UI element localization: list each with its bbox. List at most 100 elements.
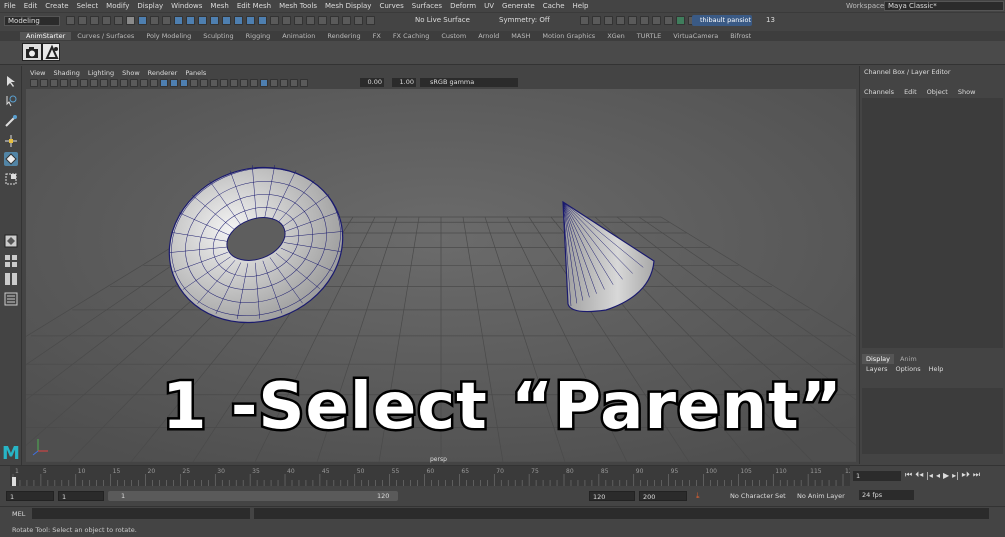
shelf-tab-sculpting[interactable]: Sculpting — [197, 32, 239, 40]
snap-point-icon[interactable] — [330, 16, 339, 25]
wireframe-icon[interactable] — [160, 79, 168, 87]
symmetry-dropdown[interactable]: Symmetry: Off — [499, 16, 550, 24]
anim-end-field[interactable]: 200 — [639, 491, 687, 501]
shelf-tab-rendering[interactable]: Rendering — [321, 32, 366, 40]
menu-set-dropdown[interactable]: Modeling — [4, 16, 60, 26]
scale-tool-icon[interactable] — [4, 172, 18, 186]
shelf-tab-curves-surfaces[interactable]: Curves / Surfaces — [71, 32, 140, 40]
select-tool-icon[interactable] — [4, 74, 18, 88]
viewport-menu-panels[interactable]: Panels — [181, 69, 210, 77]
playback-start-field[interactable]: 1 — [58, 491, 104, 501]
light-editor-icon[interactable] — [652, 16, 661, 25]
shelf-tab-fx[interactable]: FX — [367, 32, 387, 40]
layer-menu-options[interactable]: Options — [896, 365, 921, 373]
menu-file[interactable]: File — [0, 2, 20, 10]
grid-icon[interactable] — [90, 79, 98, 87]
xray-joints-icon[interactable] — [290, 79, 298, 87]
shelf-tab-custom[interactable]: Custom — [435, 32, 472, 40]
current-frame-marker[interactable] — [12, 477, 16, 486]
snap-view-icon[interactable] — [342, 16, 351, 25]
shelf-tab-rigging[interactable]: Rigging — [240, 32, 277, 40]
current-frame-field[interactable]: 1 — [853, 471, 901, 481]
depth-of-field-icon[interactable] — [250, 79, 258, 87]
playback-end-field[interactable]: 120 — [589, 491, 635, 501]
layer-tab-anim[interactable]: Anim — [896, 354, 921, 364]
render-current-icon[interactable] — [592, 16, 601, 25]
playback-button-2[interactable]: |◂ — [926, 471, 933, 480]
render-view-icon[interactable] — [580, 16, 589, 25]
new-scene-icon[interactable] — [66, 16, 75, 25]
menu-surfaces[interactable]: Surfaces — [408, 2, 446, 10]
fps-dropdown[interactable]: 24 fps — [859, 490, 914, 500]
exposure-icon[interactable] — [300, 79, 308, 87]
snap-surface-icon[interactable] — [354, 16, 363, 25]
image-plane-icon[interactable] — [60, 79, 68, 87]
menu-edit-mesh[interactable]: Edit Mesh — [233, 2, 275, 10]
shelf-tab-xgen[interactable]: XGen — [601, 32, 631, 40]
shelf-tab-arnold[interactable]: Arnold — [472, 32, 505, 40]
playback-button-4[interactable]: ▶ — [943, 471, 949, 480]
menu-deform[interactable]: Deform — [446, 2, 480, 10]
menu-windows[interactable]: Windows — [167, 2, 206, 10]
playback-button-3[interactable]: ◂ — [936, 471, 940, 480]
render-settings-icon[interactable] — [616, 16, 625, 25]
viewport-menu-shading[interactable]: Shading — [49, 69, 83, 77]
playback-button-0[interactable]: ⏮ — [905, 470, 912, 480]
motion-blur-icon[interactable] — [230, 79, 238, 87]
anim-layer-dropdown[interactable]: No Anim Layer — [797, 492, 845, 500]
menu-edit[interactable]: Edit — [20, 2, 42, 10]
ipr-render-icon[interactable] — [604, 16, 613, 25]
menu-mesh-tools[interactable]: Mesh Tools — [275, 2, 321, 10]
move-tool-icon[interactable] — [4, 134, 18, 148]
menu-create[interactable]: Create — [41, 2, 72, 10]
open-scene-icon[interactable] — [78, 16, 87, 25]
shelf-tab-motion-graphics[interactable]: Motion Graphics — [536, 32, 601, 40]
menu-generate[interactable]: Generate — [498, 2, 539, 10]
anti-aliasing-icon[interactable] — [240, 79, 248, 87]
handle-mask-icon[interactable] — [186, 16, 195, 25]
viewport-menu-view[interactable]: View — [26, 69, 49, 77]
grease-pencil-icon[interactable] — [80, 79, 88, 87]
range-slider[interactable] — [108, 491, 398, 501]
workspace-dropdown[interactable]: Maya Classic* — [884, 1, 1004, 11]
snap-grid-icon[interactable] — [306, 16, 315, 25]
menu-modify[interactable]: Modify — [102, 2, 133, 10]
select-hierarchy-icon[interactable] — [126, 16, 135, 25]
gamma-field[interactable]: 1.00 — [392, 78, 416, 87]
channel-box-content[interactable] — [862, 98, 1003, 348]
menu-display[interactable]: Display — [133, 2, 167, 10]
menu-mesh-display[interactable]: Mesh Display — [321, 2, 375, 10]
arnold-render-icon[interactable] — [664, 16, 673, 25]
shelf-camera-icon[interactable] — [22, 43, 42, 61]
lasso-tool-icon[interactable] — [4, 94, 18, 108]
outliner-layout-icon[interactable] — [4, 292, 18, 306]
anim-start-field[interactable]: 1 — [6, 491, 54, 501]
gate-mask-icon[interactable] — [120, 79, 128, 87]
script-language-toggle[interactable]: MEL — [12, 510, 25, 518]
single-perspective-layout-icon[interactable] — [4, 234, 18, 248]
shelf-animstarter-icon[interactable] — [42, 43, 60, 61]
xray-active-icon[interactable] — [280, 79, 288, 87]
shelf-tab-mash[interactable]: MASH — [505, 32, 536, 40]
shadows-icon[interactable] — [210, 79, 218, 87]
menu-curves[interactable]: Curves — [375, 2, 407, 10]
view-transform-dropdown[interactable]: sRGB gamma — [420, 78, 518, 87]
channel-menu-edit[interactable]: Edit — [904, 88, 917, 96]
playback-button-5[interactable]: ▸| — [952, 471, 959, 480]
layer-menu-help[interactable]: Help — [929, 365, 944, 373]
surface-mask-icon[interactable] — [222, 16, 231, 25]
redo-icon[interactable] — [114, 16, 123, 25]
field-chart-icon[interactable] — [130, 79, 138, 87]
viewport-menu-lighting[interactable]: Lighting — [84, 69, 118, 77]
two-view-layout-icon[interactable] — [4, 272, 18, 286]
notification-count[interactable]: 13 — [766, 16, 775, 24]
screen-space-ao-icon[interactable] — [220, 79, 228, 87]
layer-tab-display[interactable]: Display — [862, 354, 894, 364]
safe-action-icon[interactable] — [140, 79, 148, 87]
viewport-menu-renderer[interactable]: Renderer — [144, 69, 182, 77]
menu-mesh[interactable]: Mesh — [206, 2, 232, 10]
menu-help[interactable]: Help — [569, 2, 593, 10]
safe-title-icon[interactable] — [150, 79, 158, 87]
select-component-icon[interactable] — [150, 16, 159, 25]
camera-attributes-icon[interactable] — [40, 79, 48, 87]
